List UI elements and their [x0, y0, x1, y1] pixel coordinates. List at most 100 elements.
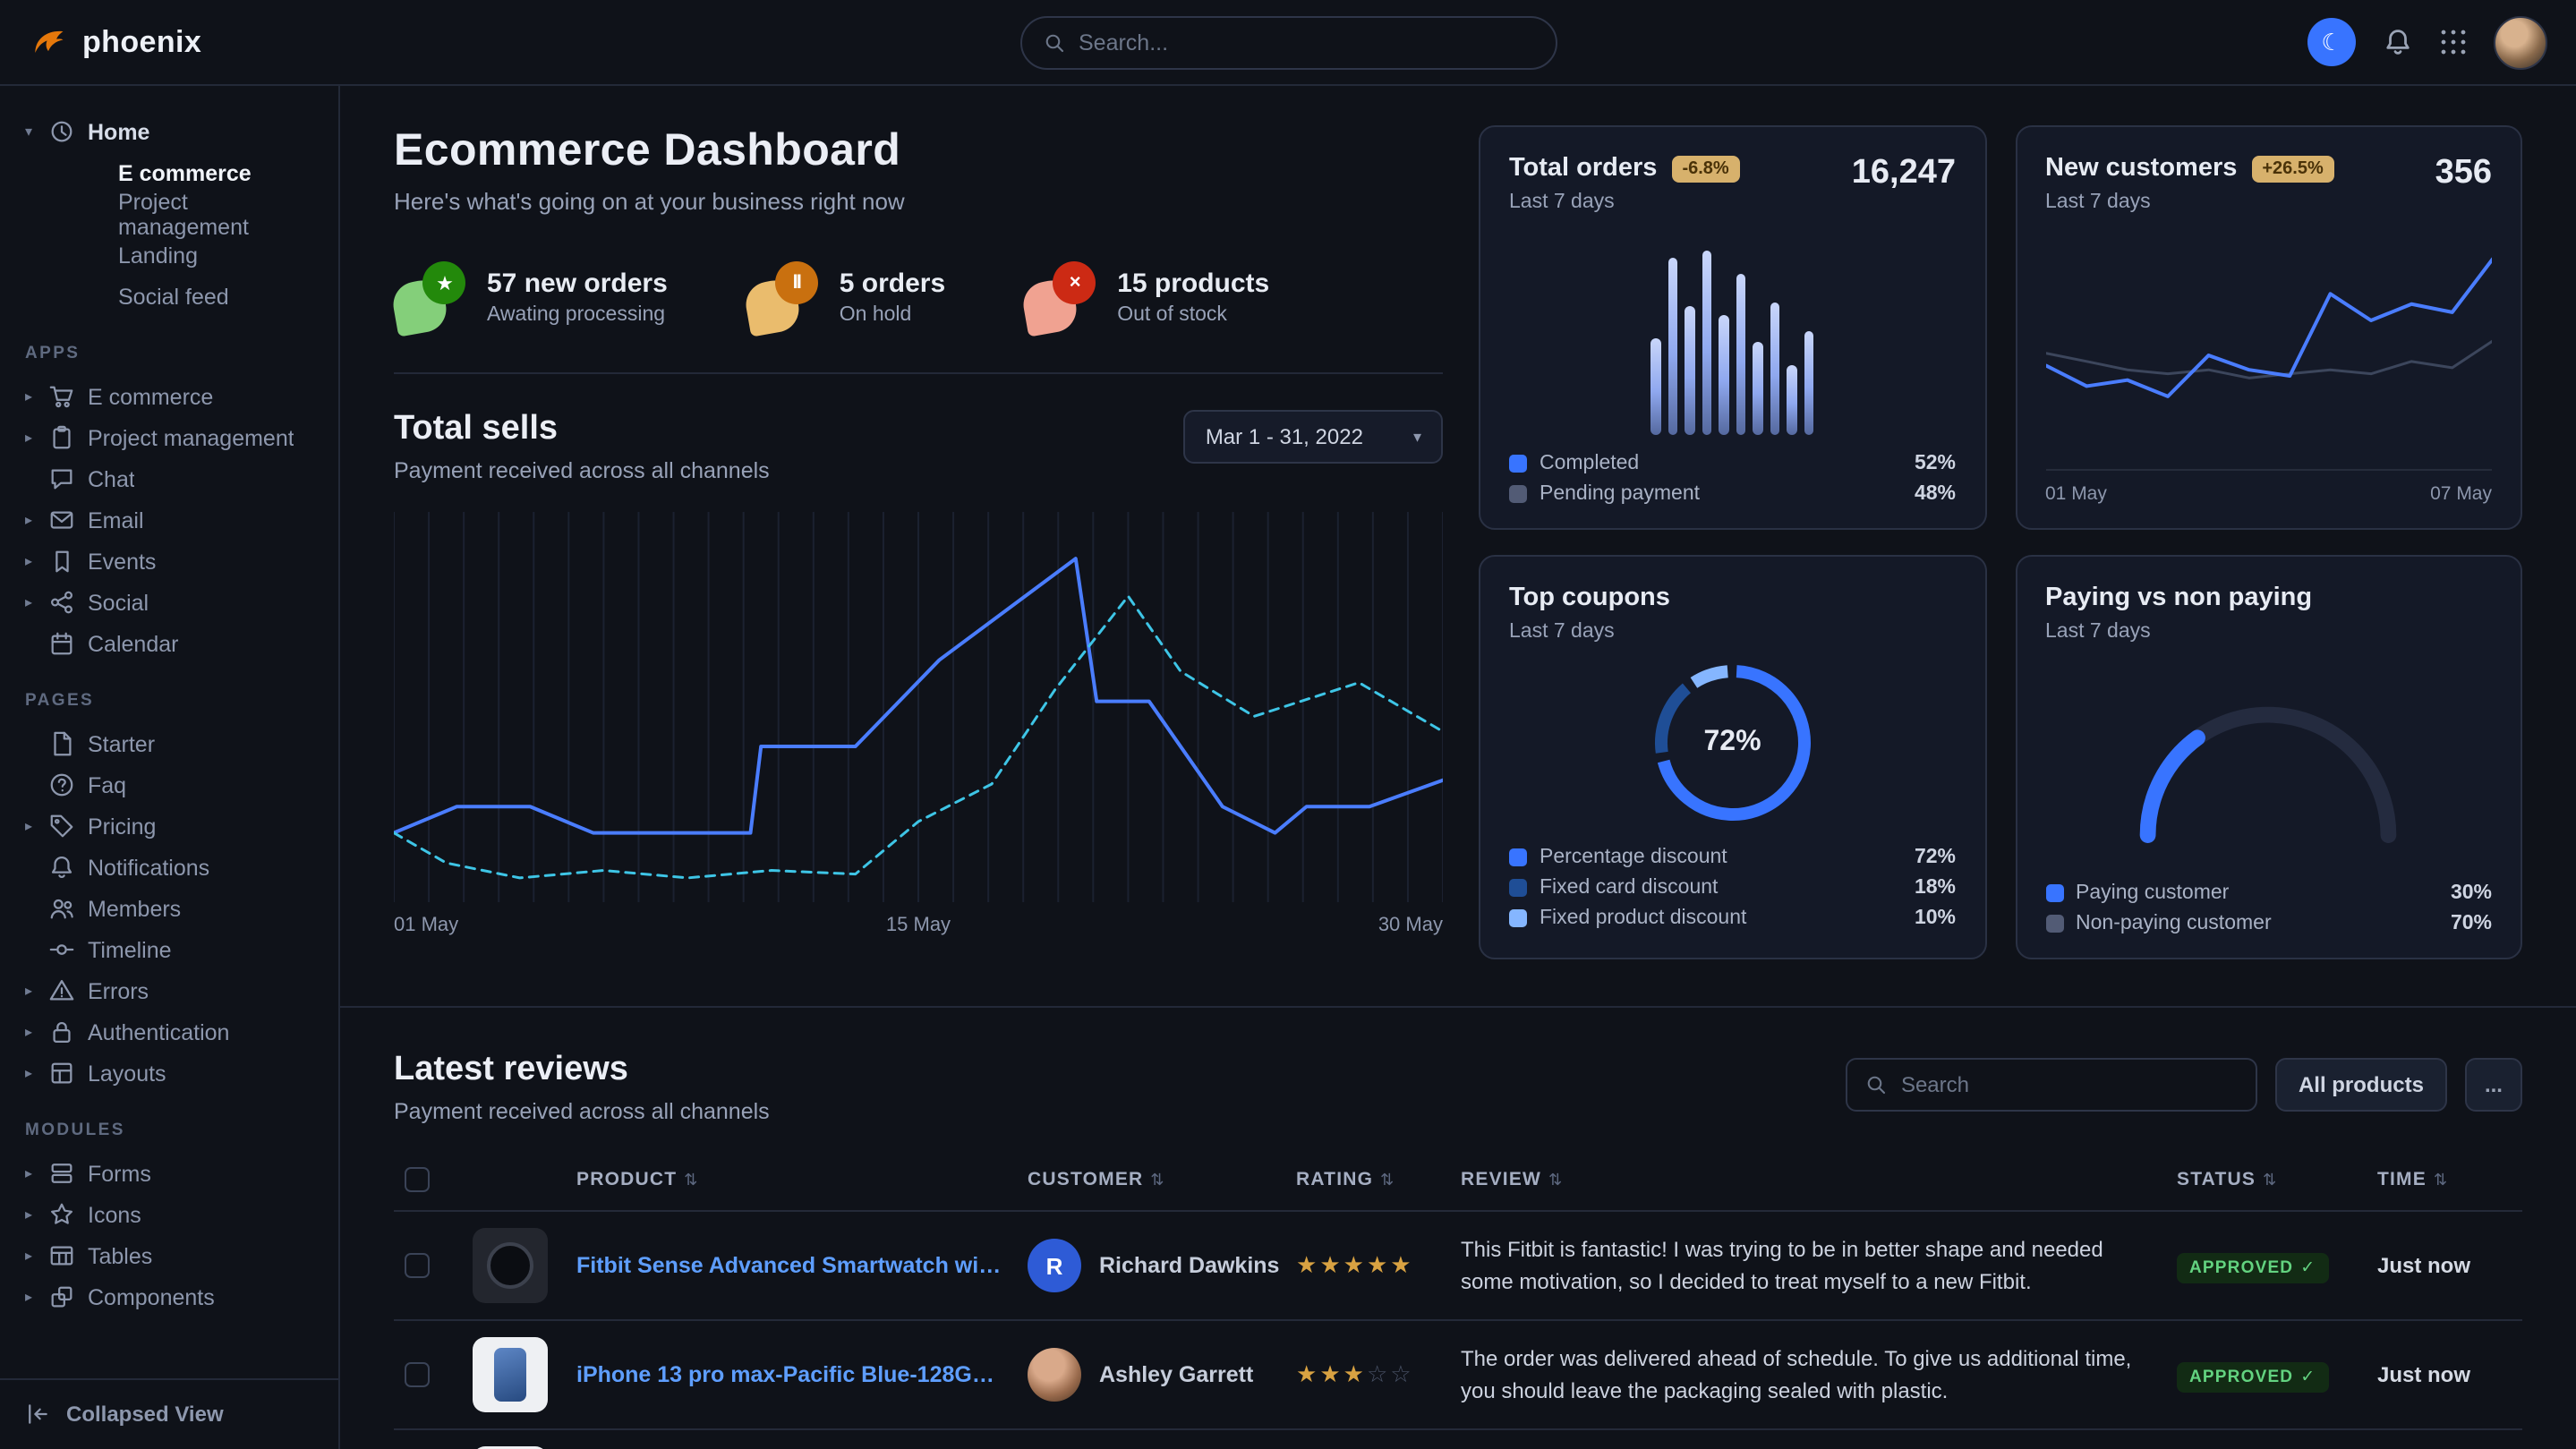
column-header-customer[interactable]: CUSTOMER⇅ [1017, 1153, 1285, 1211]
out-of-stock-x-icon: × [1024, 261, 1096, 333]
sidebar-item-e-commerce[interactable]: ▸E commerce [21, 376, 317, 417]
notifications-button[interactable] [2383, 27, 2413, 57]
review-text: The order was delivered ahead of schedul… [1461, 1342, 2155, 1407]
column-header-status[interactable]: STATUS⇅ [2166, 1153, 2367, 1211]
sidebar-item-events[interactable]: ▸Events [21, 541, 317, 582]
sidebar-item-email[interactable]: ▸Email [21, 499, 317, 541]
customer-cell[interactable]: Ashley Garrett [1028, 1348, 1275, 1402]
sidebar-subitem-social-feed[interactable]: Social feed [21, 276, 317, 317]
sidebar-item-project-management[interactable]: ▸Project management [21, 417, 317, 458]
column-header-rating[interactable]: RATING⇅ [1285, 1153, 1450, 1211]
flag-icon [48, 548, 75, 575]
card-period: Last 7 days [1509, 621, 1670, 643]
apps-grid-button[interactable] [2440, 29, 2467, 55]
sidebar-item-timeline[interactable]: Timeline [21, 929, 317, 970]
sidebar-item-icons[interactable]: ▸Icons [21, 1194, 317, 1235]
chevron-right-icon: ▸ [21, 553, 36, 569]
customers-axis: 01 May 07 May [2045, 469, 2492, 505]
sidebar-item-label: Tables [88, 1243, 152, 1268]
sidebar-subitem-e-commerce[interactable]: E commerce [21, 152, 317, 193]
card-title: Total orders [1509, 154, 1657, 183]
date-range-select[interactable]: Mar 1 - 31, 2022 ▾ [1184, 410, 1443, 464]
sidebar-subitem-project-management[interactable]: Project management [21, 193, 317, 234]
form-icon [48, 1160, 75, 1187]
row-checkbox[interactable] [405, 1253, 430, 1278]
theme-toggle-button[interactable]: ☾ [2307, 18, 2356, 66]
axis-label: 30 May [1093, 915, 1443, 936]
sidebar-subitem-landing[interactable]: Landing [21, 234, 317, 276]
global-search-input[interactable] [1079, 30, 1533, 55]
column-header-time[interactable]: TIME⇅ [2367, 1153, 2522, 1211]
topbar: phoenix ☾ [0, 0, 2576, 86]
legend-color-dot [2045, 884, 2063, 902]
sidebar-item-label: Pricing [88, 814, 156, 839]
legend-label: Percentage discount [1540, 847, 1727, 868]
clipboard-icon [48, 424, 75, 451]
product-link[interactable]: Fitbit Sense Advanced Smartwatch with To… [576, 1253, 1006, 1278]
latest-reviews-section: Latest reviews Payment received across a… [340, 1008, 2576, 1449]
legend-value: 70% [2451, 913, 2492, 934]
star-filled-icon: ★ [1319, 1251, 1343, 1278]
collapsed-view-toggle[interactable]: Collapsed View [0, 1377, 338, 1449]
chat-icon [48, 465, 75, 492]
sidebar-item-label: Home [88, 119, 149, 144]
star-icon [48, 1201, 75, 1228]
customer-avatar [1028, 1348, 1081, 1402]
card-top-coupons: Top coupons Last 7 days 72% Percentage d… [1479, 555, 1986, 959]
customer-name: Richard Dawkins [1099, 1253, 1279, 1278]
column-header-review[interactable]: REVIEW⇅ [1450, 1153, 2166, 1211]
topbar-actions: ☾ [2307, 15, 2547, 69]
legend-item: Pending payment48% [1509, 483, 1956, 505]
dashboard-cards: Total orders -6.8% Last 7 days 16,247 Co… [1479, 125, 2522, 959]
sidebar-item-tables[interactable]: ▸Tables [21, 1235, 317, 1276]
sidebar-item-layouts[interactable]: ▸Layouts [21, 1053, 317, 1094]
column-header-product[interactable]: PRODUCT⇅ [566, 1153, 1017, 1211]
order-bar [1804, 331, 1814, 435]
sidebar-item-pricing[interactable]: ▸Pricing [21, 805, 317, 847]
brand[interactable]: phoenix [29, 22, 340, 62]
more-options-button[interactable]: ... [2465, 1058, 2522, 1112]
row-checkbox[interactable] [405, 1362, 430, 1387]
legend-item: Percentage discount72% [1509, 847, 1956, 868]
x-icon: × [1053, 261, 1096, 304]
sidebar-item-calendar[interactable]: Calendar [21, 623, 317, 664]
sidebar-item-chat[interactable]: Chat [21, 458, 317, 499]
legend-item: Paying customer30% [2045, 882, 2492, 904]
user-avatar[interactable] [2494, 15, 2547, 69]
stat-new-orders: ★ 57 new orders Awating processing [394, 261, 668, 333]
total-sells-header: Total sells Payment received across all … [394, 410, 1443, 483]
sidebar-item-label: Authentication [88, 1019, 229, 1044]
legend-label: Fixed card discount [1540, 877, 1718, 899]
customer-name: Ashley Garrett [1099, 1362, 1253, 1387]
total-sells-axis: 01 May 15 May 30 May [394, 915, 1443, 936]
order-bar [1668, 259, 1678, 435]
select-all-checkbox[interactable] [405, 1167, 430, 1192]
sidebar-item-errors[interactable]: ▸Errors [21, 970, 317, 1011]
sidebar-item-faq[interactable]: Faq [21, 764, 317, 805]
sidebar-item-forms[interactable]: ▸Forms [21, 1153, 317, 1194]
sidebar-item-starter[interactable]: Starter [21, 723, 317, 764]
sidebar-item-notifications[interactable]: Notifications [21, 847, 317, 888]
reviews-header-row: PRODUCT⇅CUSTOMER⇅RATING⇅REVIEW⇅STATUS⇅TI… [394, 1153, 2522, 1211]
all-products-button[interactable]: All products [2275, 1058, 2447, 1112]
customer-cell[interactable]: RRichard Dawkins [1028, 1239, 1275, 1292]
global-search[interactable] [1019, 15, 1557, 69]
card-title: Paying vs non paying [2045, 584, 2312, 612]
sidebar-item-social[interactable]: ▸Social [21, 582, 317, 623]
reviews-search[interactable] [1846, 1058, 2257, 1112]
star-filled-icon: ★ [1319, 1360, 1343, 1387]
dashboard-top-section: Ecommerce Dashboard Here's what's going … [340, 86, 2576, 1008]
reviews-search-input[interactable] [1901, 1072, 2238, 1097]
sidebar-item-members[interactable]: Members [21, 888, 317, 929]
legend-label: Completed [1540, 453, 1639, 474]
sidebar-item-label: Icons [88, 1202, 141, 1227]
product-link[interactable]: iPhone 13 pro max-Pacific Blue-128GB sto… [576, 1362, 1006, 1387]
sidebar-item-authentication[interactable]: ▸Authentication [21, 1011, 317, 1053]
order-bar [1736, 275, 1746, 435]
review-time: Just now [2377, 1362, 2512, 1387]
sidebar-nav: ▾ Home E commerceProject managementLandi… [0, 86, 338, 1377]
sidebar-item-components[interactable]: ▸Components [21, 1276, 317, 1317]
sidebar-item-home[interactable]: ▾ Home [21, 111, 317, 152]
puzzle-icon [48, 1283, 75, 1310]
legend-value: 10% [1915, 908, 1956, 929]
